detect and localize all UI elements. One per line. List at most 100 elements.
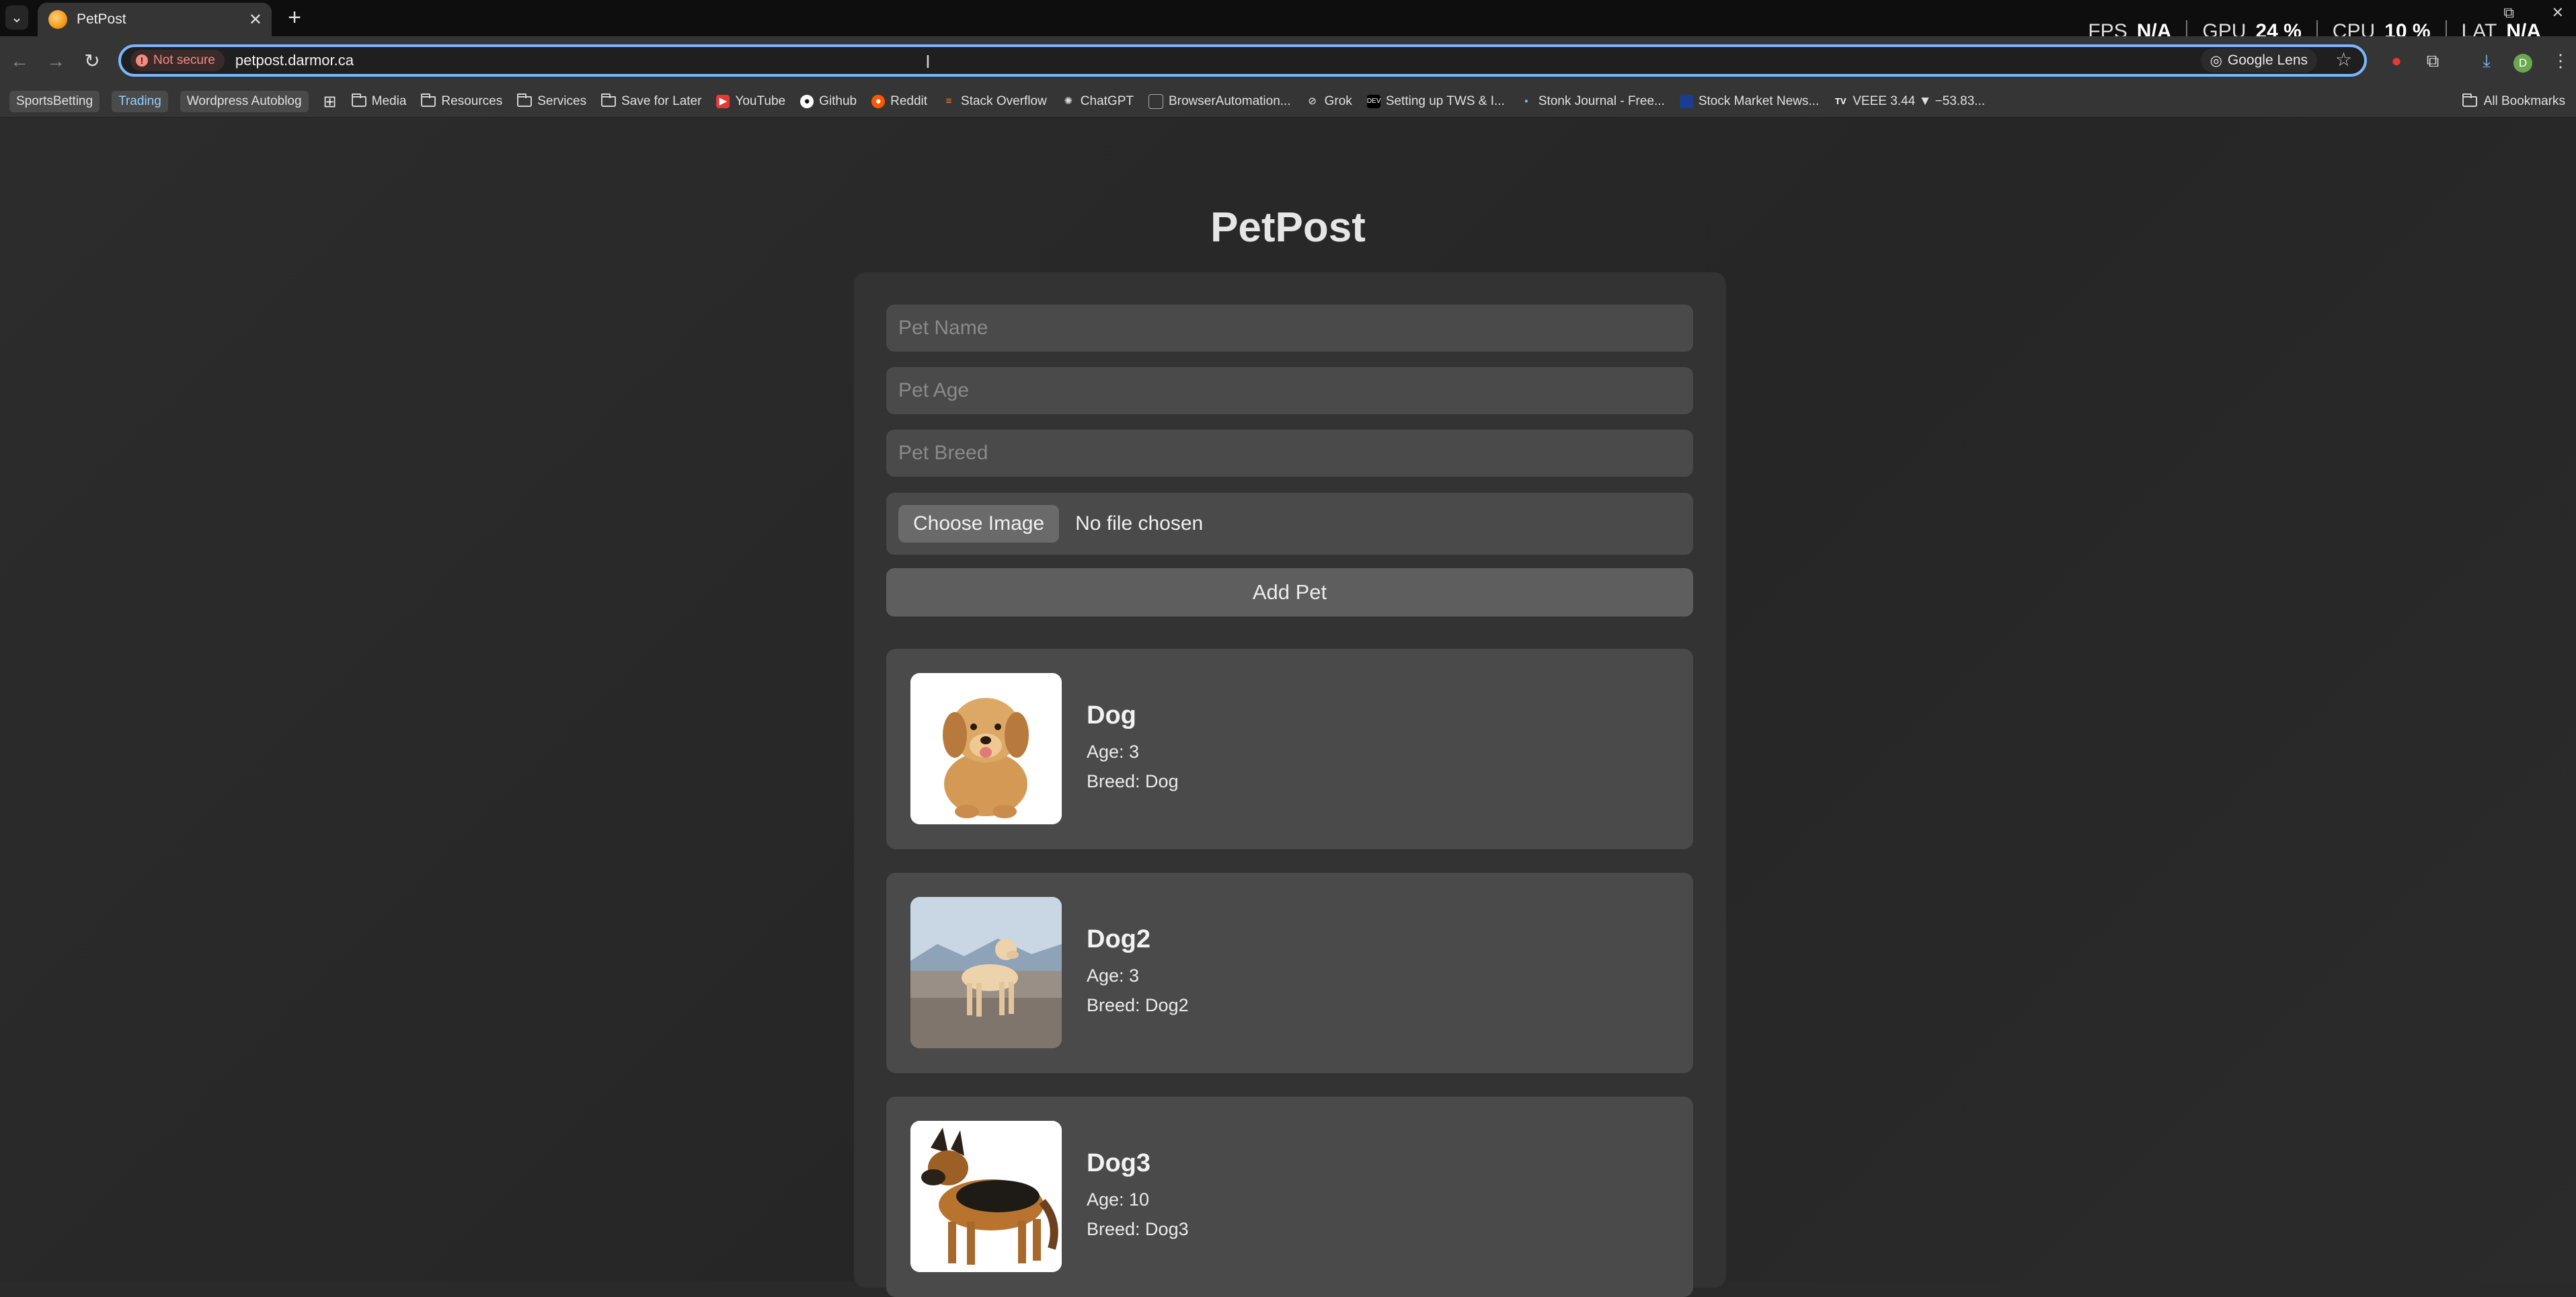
pet-card: Dog2 Age: 3 Breed: Dog2: [886, 873, 1693, 1073]
extension-record-icon[interactable]: ●: [2384, 48, 2409, 73]
reddit-icon: ●: [871, 95, 886, 108]
bookmark-browserautomation[interactable]: BrowserAutomation...: [1148, 94, 1291, 109]
pet-breed-input[interactable]: Pet Breed: [886, 430, 1693, 477]
github-icon: ●: [800, 95, 814, 108]
restore-window-icon[interactable]: ⧉: [2503, 4, 2514, 22]
bookmark-folder-save-for-later[interactable]: Save for Later: [601, 93, 701, 109]
all-bookmarks-button[interactable]: All Bookmarks: [2462, 93, 2565, 109]
bookmark-label: YouTube: [735, 94, 786, 108]
text-cursor-icon: I: [925, 51, 931, 72]
google-lens-label: Google Lens: [2227, 52, 2308, 68]
grok-icon: ⊘: [1308, 95, 1317, 107]
security-chip-label: Not secure: [153, 53, 215, 67]
close-icon[interactable]: ✕: [249, 10, 262, 30]
choose-image-button[interactable]: Choose Image: [898, 505, 1060, 543]
pet-name-input[interactable]: Pet Name: [886, 305, 1693, 352]
apps-grid-icon[interactable]: ⊞: [323, 92, 337, 112]
bookmark-star-icon[interactable]: ☆: [2335, 48, 2352, 71]
labrador-on-beach-photo: [910, 897, 1062, 1048]
bookmark-stonk-journal[interactable]: ▪ Stonk Journal - Free...: [1520, 94, 1665, 109]
page-icon: ▪: [1524, 95, 1528, 107]
folder-icon: [2462, 93, 2477, 107]
bookmark-folder-services[interactable]: Services: [517, 93, 587, 109]
pet-age-input[interactable]: Pet Age: [886, 367, 1693, 414]
pet-name: Dog2: [1087, 925, 1150, 953]
bookmark-label: Stack Overflow: [961, 94, 1047, 108]
bookmark-trading[interactable]: Trading: [112, 91, 168, 112]
page-content: PetPost Pet Name Pet Age Pet Breed Choos…: [0, 118, 2576, 1297]
lens-icon: ◎: [2210, 52, 2222, 69]
warning-icon: !: [136, 54, 148, 67]
bookmark-chatgpt[interactable]: ✺ ChatGPT: [1062, 94, 1134, 109]
bookmark-label: Reddit: [890, 94, 928, 108]
petpost-favicon-icon: [48, 10, 67, 29]
page-title: PetPost: [1210, 204, 1366, 251]
pet-breed: Breed: Dog3: [1087, 1219, 1189, 1239]
add-pet-button[interactable]: Add Pet: [886, 568, 1693, 617]
bookmark-label: Media: [371, 94, 407, 108]
bookmark-folder-media[interactable]: Media: [351, 93, 407, 109]
bookmark-label: Setting up TWS & I...: [1385, 94, 1505, 108]
pet-panel: Pet Name Pet Age Pet Breed Choose Image …: [854, 272, 1726, 1297]
google-lens-button[interactable]: ◎ Google Lens: [2200, 48, 2317, 73]
pet-name: Dog3: [1087, 1149, 1150, 1177]
forward-arrow-icon: →: [46, 50, 65, 71]
bookmark-grok[interactable]: ⊘ Grok: [1306, 94, 1352, 109]
bookmark-wordpress-autoblog[interactable]: Wordpress Autoblog: [180, 91, 309, 112]
profile-avatar[interactable]: D: [2511, 48, 2535, 73]
bookmark-github[interactable]: ● Github: [800, 94, 857, 109]
bookmark-folder-resources[interactable]: Resources: [421, 93, 502, 109]
folder-icon: [421, 93, 436, 107]
folder-icon: [351, 93, 366, 107]
reload-icon: ↻: [84, 50, 100, 71]
pet-age: Age: 3: [1087, 742, 1140, 762]
back-button[interactable]: ←: [5, 47, 34, 75]
new-tab-button[interactable]: +: [281, 4, 308, 31]
bookmark-veee[interactable]: TV VEEE 3.44 ▼ −53.83...: [1834, 94, 1985, 109]
bookmark-label: Github: [819, 94, 857, 108]
bookmark-label: Stonk Journal - Free...: [1538, 94, 1665, 108]
pet-card: Dog3 Age: 10 Breed: Dog3: [886, 1097, 1693, 1297]
bookmarks-bar: SportsBetting Trading Wordpress Autoblog…: [0, 86, 2576, 118]
bookmark-label: VEEE 3.44 ▼ −53.83...: [1852, 94, 1986, 108]
profile-initial: D: [2513, 54, 2532, 73]
extensions-puzzle-icon[interactable]: ⧉: [2421, 48, 2445, 73]
back-arrow-icon: ←: [10, 50, 29, 71]
url-text[interactable]: petpost.darmor.ca: [235, 52, 354, 69]
tab-search-button[interactable]: ⌄: [5, 5, 28, 30]
bookmark-sportsbetting[interactable]: SportsBetting: [9, 91, 100, 112]
pet-card: Dog Age: 3 Breed: Dog: [886, 649, 1693, 849]
bookmark-stack-overflow[interactable]: ≡ Stack Overflow: [942, 94, 1047, 109]
folder-icon: [517, 93, 533, 107]
bookmark-stock-market-news[interactable]: Stock Market News...: [1679, 94, 1820, 109]
bookmark-label: Stock Market News...: [1698, 94, 1820, 108]
close-window-icon[interactable]: ✕: [2552, 4, 2564, 22]
bookmark-label: Services: [537, 94, 587, 108]
forward-button[interactable]: →: [42, 47, 70, 75]
bookmark-reddit[interactable]: ● Reddit: [871, 94, 927, 109]
pet-breed: Breed: Dog: [1087, 771, 1179, 791]
tab-strip: ⌄ PetPost ✕ + ⧉ ✕ FPS N/A GPU 24 % CPU 10 %…: [0, 0, 2576, 43]
bookmark-label: Grok: [1324, 94, 1352, 108]
chevron-down-icon: ⌄: [10, 9, 24, 26]
file-status-text: No file chosen: [1075, 512, 1204, 535]
menu-kebab-icon[interactable]: ⋮: [2548, 48, 2573, 73]
address-bar[interactable]: ! Not secure petpost.darmor.ca I ◎ Googl…: [118, 44, 2367, 77]
german-shepherd-photo: [910, 1121, 1062, 1272]
image-file-input: Choose Image No file chosen: [886, 493, 1693, 555]
bookmark-youtube[interactable]: ▶ YouTube: [716, 94, 785, 109]
tab-title: PetPost: [77, 11, 126, 27]
security-chip[interactable]: ! Not secure: [130, 50, 225, 71]
chatgpt-icon: ✺: [1064, 95, 1073, 107]
page-icon: [1148, 94, 1163, 109]
youtube-icon: ▶: [716, 95, 730, 108]
tab-petpost[interactable]: PetPost ✕: [38, 3, 272, 36]
stackoverflow-icon: ≡: [945, 95, 952, 107]
bookmark-setting-up-tws[interactable]: DEV Setting up TWS & I...: [1366, 94, 1505, 109]
download-icon[interactable]: ⤓: [2474, 48, 2499, 73]
folder-icon: [601, 93, 617, 107]
golden-retriever-puppy-photo: [910, 673, 1062, 824]
reload-button[interactable]: ↻: [78, 47, 106, 75]
tv-icon: TV: [1835, 96, 1846, 106]
dev-icon: DEV: [1366, 95, 1380, 108]
